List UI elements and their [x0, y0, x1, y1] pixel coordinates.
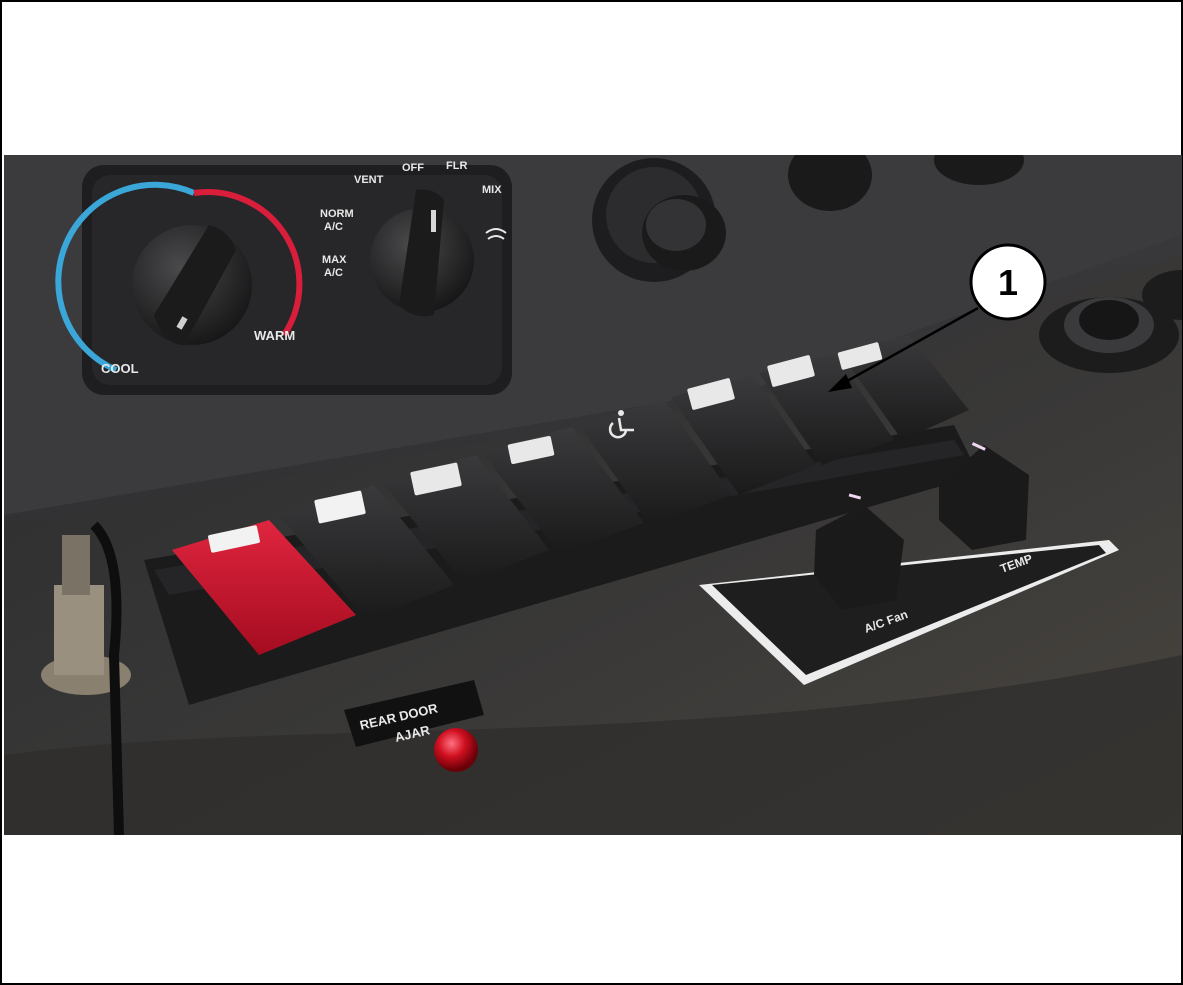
arrowhead-icon [828, 374, 852, 392]
callout-overlay: 1 [828, 243, 1047, 392]
callout-number: 1 [998, 262, 1018, 303]
callout-arrow [839, 306, 979, 387]
